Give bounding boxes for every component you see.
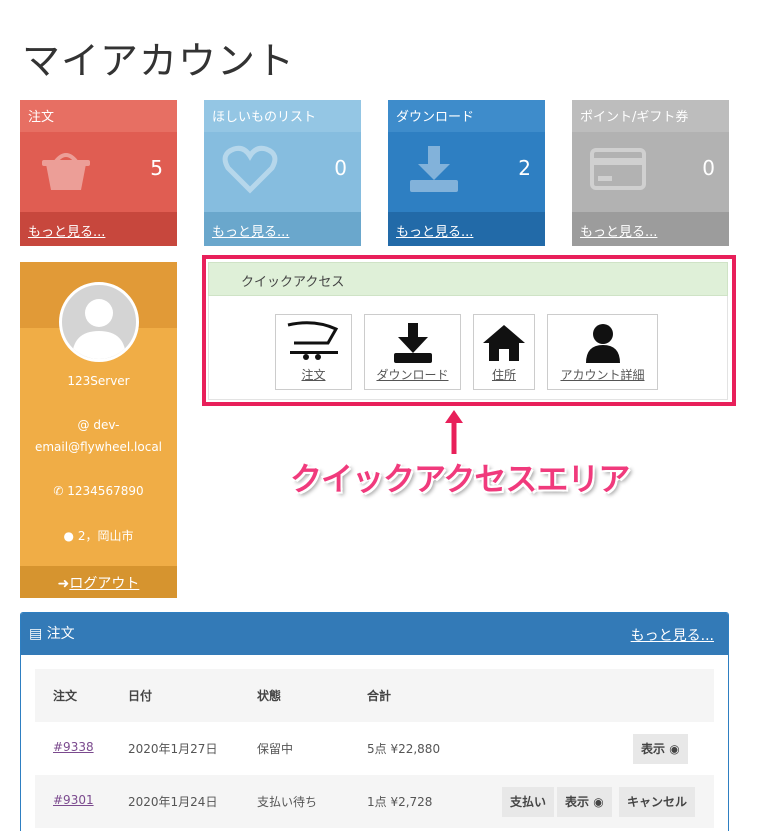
orders-more-link[interactable]: もっと見る... [631,625,714,645]
eye-icon: ◉ [669,742,680,756]
quick-account-details-label[interactable]: アカウント詳細 [548,366,657,383]
pay-button[interactable]: 支払い [502,787,555,817]
profile-panel: 123Server @ dev- email@flywheel.local ✆ … [20,262,177,598]
map-marker-icon: ● [63,529,74,543]
home-icon [483,325,525,361]
user-silhouette-icon [72,299,126,359]
profile-phone: ✆ 1234567890 [20,484,177,498]
quick-address-button[interactable]: 住所 [473,314,535,390]
cart-icon [287,321,338,360]
quick-orders-button[interactable]: 注文 [275,314,352,390]
download-icon [410,146,458,192]
email-line-2: email@flywheel.local [34,440,163,454]
orders-panel-title: 注文 [46,626,75,642]
quick-downloads-label[interactable]: ダウンロード [365,366,460,383]
card-more-link[interactable]: もっと見る... [396,225,473,240]
eye-icon: ◉ [593,795,604,809]
card-more-link[interactable]: もっと見る... [580,225,657,240]
logout-label[interactable]: ログアウト [69,576,139,592]
quick-access-title: クイックアクセス [208,262,728,296]
order-total: 5点 ¥22,880 [367,742,441,756]
order-id-link[interactable]: #9301 [53,793,94,807]
card-title: ほしいものリスト [204,100,361,132]
address-value: 2，岡山市 [77,529,134,543]
table-row: #9301 2020年1月24日 支払い待ち 1点 ¥2,728 支払い 表示 … [35,775,714,828]
orders-card: 注文 5 もっと見る... [20,100,177,246]
table-header-row: 注文 日付 状態 合計 [35,669,714,722]
arrow-up-icon [445,410,463,454]
downloads-card: ダウンロード 2 もっと見る... [388,100,545,246]
credit-card-icon [590,148,646,190]
card-count: 0 [334,156,347,180]
column-header: 注文 [53,689,78,703]
logout-icon: ➜ [57,576,70,592]
wishlist-card: ほしいものリスト 0 もっと見る... [204,100,361,246]
phone-icon: ✆ [53,484,64,498]
profile-address: ● 2，岡山市 [20,527,177,544]
page-title: マイアカウント [22,39,296,83]
avatar [59,282,139,362]
order-status: 支払い待ち [257,795,318,809]
order-date: 2020年1月27日 [128,742,218,756]
points-card: ポイント/ギフト券 0 もっと見る... [572,100,729,246]
quick-downloads-button[interactable]: ダウンロード [364,314,461,390]
order-id-link[interactable]: #9338 [53,740,94,754]
column-header: 状態 [257,689,282,703]
orders-panel: ▤ 注文 もっと見る... 注文 日付 状態 合計 #9338 2020年1月2… [20,612,729,831]
orders-table: 注文 日付 状態 合計 #9338 2020年1月27日 保留中 5点 ¥22,… [35,669,714,828]
card-title: ダウンロード [388,100,545,132]
phone-value: 1234567890 [67,484,144,498]
column-header: 合計 [367,689,392,703]
quick-address-label[interactable]: 住所 [474,366,534,383]
orders-panel-header: ▤ 注文 もっと見る... [21,613,728,655]
card-more-link[interactable]: もっと見る... [28,225,105,240]
view-order-button[interactable]: 表示 ◉ [633,734,688,764]
heart-icon [222,145,278,194]
card-title: 注文 [20,100,177,132]
column-header: 日付 [128,689,153,703]
card-count: 0 [702,156,715,180]
view-order-button[interactable]: 表示 ◉ [557,787,612,817]
lock-icon: ▤ [29,626,43,642]
order-total: 1点 ¥2,728 [367,795,433,809]
email-line-1: @ dev- [77,418,120,432]
card-count: 5 [150,156,163,180]
quick-access-callout: クイックアクセスエリア [290,460,630,498]
card-title: ポイント/ギフト券 [572,100,729,132]
user-icon [585,324,620,363]
profile-email: @ dev- email@flywheel.local [26,414,171,458]
profile-username: 123Server [67,374,130,388]
order-status: 保留中 [257,742,294,756]
table-row: #9338 2020年1月27日 保留中 5点 ¥22,880 表示 ◉ [35,722,714,775]
quick-account-details-button[interactable]: アカウント詳細 [547,314,658,390]
basket-icon [42,153,90,190]
card-more-link[interactable]: もっと見る... [212,225,289,240]
cancel-order-button[interactable]: キャンセル [619,787,696,817]
order-date: 2020年1月24日 [128,795,218,809]
card-count: 2 [518,156,531,180]
download-icon [393,323,432,363]
quick-orders-label[interactable]: 注文 [276,366,351,383]
logout-link[interactable]: ➜ログアウト [20,566,177,598]
